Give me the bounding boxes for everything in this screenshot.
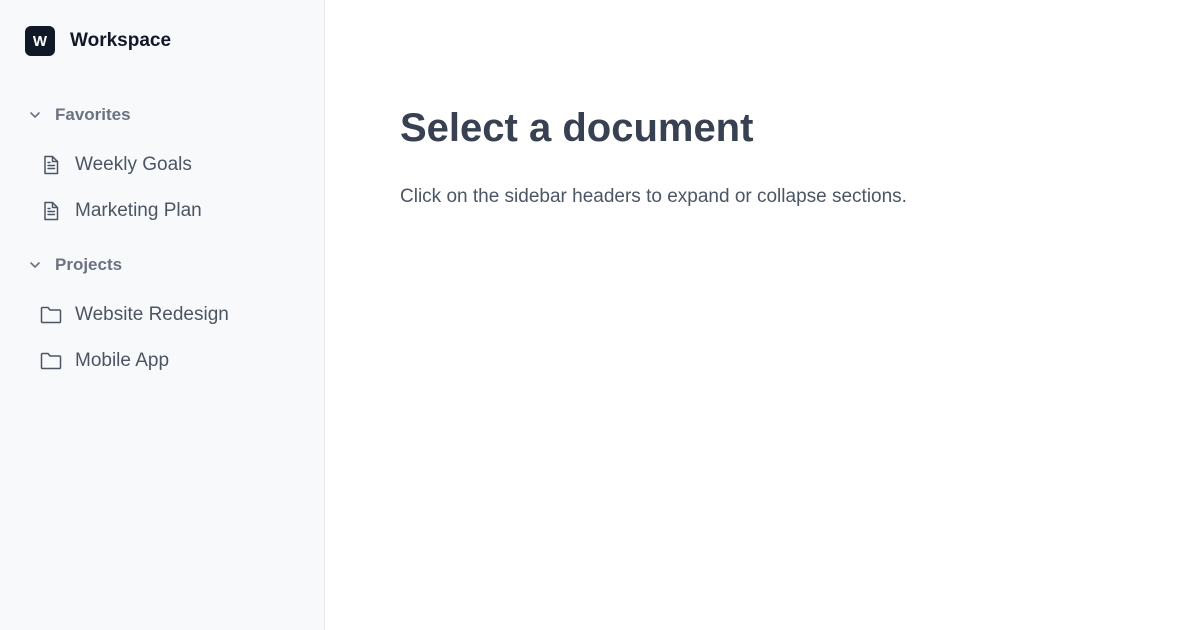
document-icon [38, 198, 64, 224]
folder-icon [38, 302, 64, 328]
sidebar-item-label: Website Redesign [75, 304, 229, 325]
page-description: Click on the sidebar headers to expand o… [400, 186, 907, 207]
sidebar: W Workspace Favorites Weekly Goals Marke… [0, 0, 325, 630]
document-icon [38, 152, 64, 178]
page-title: Select a document [400, 106, 754, 150]
workspace-brand[interactable]: W Workspace [25, 26, 171, 56]
app-window: W Workspace Favorites Weekly Goals Marke… [0, 0, 1200, 630]
sidebar-item-label: Mobile App [75, 350, 170, 371]
workspace-logo: W [25, 26, 55, 56]
section-label-projects: Projects [55, 255, 123, 274]
sidebar-item-mobile-app[interactable]: Mobile App [38, 346, 169, 376]
section-label-favorites: Favorites [55, 105, 131, 124]
section-header-favorites[interactable]: Favorites [25, 103, 131, 127]
chevron-down-icon [25, 255, 45, 275]
section-header-projects[interactable]: Projects [25, 253, 122, 277]
sidebar-item-marketing-plan[interactable]: Marketing Plan [38, 196, 202, 226]
sidebar-item-website-redesign[interactable]: Website Redesign [38, 300, 229, 330]
workspace-name: Workspace [70, 30, 172, 51]
sidebar-item-label: Marketing Plan [75, 200, 202, 221]
sidebar-item-label: Weekly Goals [75, 154, 192, 175]
sidebar-item-weekly-goals[interactable]: Weekly Goals [38, 150, 192, 180]
main-content: Select a document Click on the sidebar h… [325, 0, 1200, 630]
folder-icon [38, 348, 64, 374]
chevron-down-icon [25, 105, 45, 125]
